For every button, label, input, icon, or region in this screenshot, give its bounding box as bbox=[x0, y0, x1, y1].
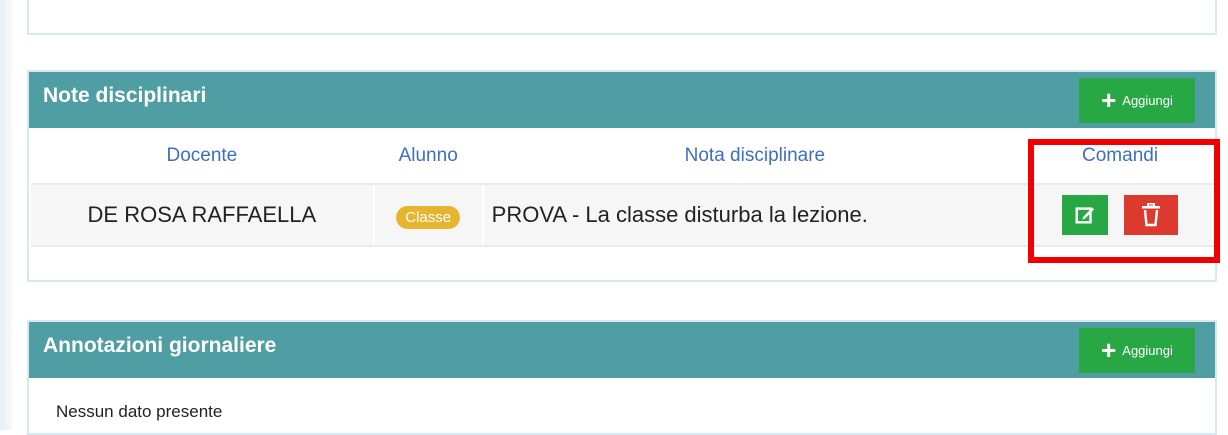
previous-panel-bottom bbox=[27, 0, 1217, 35]
notes-panel-header: Note disciplinari + Aggiungi bbox=[29, 72, 1215, 128]
commands-highlight-box bbox=[1028, 139, 1220, 263]
classe-badge: Classe bbox=[396, 205, 461, 229]
notes-panel-title: Note disciplinari bbox=[43, 84, 207, 107]
add-note-button[interactable]: + Aggiungi bbox=[1079, 78, 1195, 123]
add-annotation-label: Aggiungi bbox=[1122, 343, 1173, 358]
annotations-panel-title: Annotazioni giornaliere bbox=[43, 334, 277, 357]
plus-icon: + bbox=[1101, 334, 1117, 365]
empty-state-text: Nessun dato presente bbox=[56, 402, 223, 421]
column-header-alunno[interactable]: Alunno bbox=[373, 128, 484, 185]
column-header-docente[interactable]: Docente bbox=[31, 128, 375, 185]
add-note-label: Aggiungi bbox=[1122, 93, 1173, 108]
annotations-panel-header: Annotazioni giornaliere + Aggiungi bbox=[29, 322, 1215, 378]
add-annotation-button[interactable]: + Aggiungi bbox=[1079, 328, 1195, 373]
plus-icon: + bbox=[1101, 84, 1117, 115]
page-edge-shade bbox=[0, 0, 12, 430]
cell-alunno: Classe bbox=[373, 184, 484, 247]
annotations-panel: Annotazioni giornaliere + Aggiungi Nessu… bbox=[27, 320, 1217, 435]
column-header-nota[interactable]: Nota disciplinare bbox=[482, 128, 1029, 185]
cell-nota: PROVA - La classe disturba la lezione. bbox=[482, 184, 1029, 247]
cell-docente: DE ROSA RAFFAELLA bbox=[31, 184, 375, 247]
